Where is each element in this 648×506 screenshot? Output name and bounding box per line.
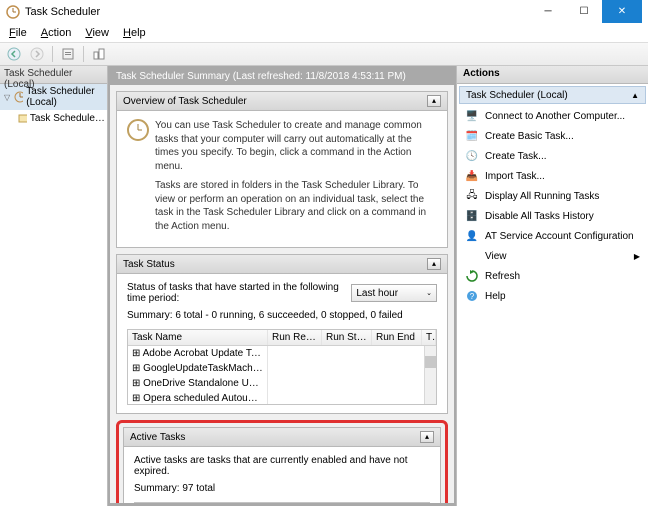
scrollbar[interactable]	[424, 346, 436, 404]
tree-twisty[interactable]: ▽	[4, 93, 11, 102]
window-title: Task Scheduler	[25, 6, 530, 18]
menu-file[interactable]: File	[2, 25, 34, 41]
col-end[interactable]: Run End	[372, 330, 422, 345]
collapse-icon[interactable]: ▴	[427, 258, 441, 270]
table-row[interactable]: ⊞ OneDrive Standalone Update Ta...	[128, 376, 436, 391]
status-title: Task Status	[123, 259, 175, 270]
titlebar: Task Scheduler ─ ☐ ✕	[0, 0, 648, 23]
app-icon	[6, 5, 20, 19]
toolbar-3[interactable]	[89, 44, 109, 64]
tree-library-label: Task Scheduler Library	[30, 113, 105, 124]
active-panel: Active Tasks ▴ Active tasks are tasks tha…	[123, 427, 441, 503]
collapse-icon[interactable]: ▴	[427, 95, 441, 107]
active-desc: Active tasks are tasks that are currentl…	[134, 455, 430, 477]
action-running[interactable]: 🖧Display All Running Tasks	[457, 186, 648, 206]
tree-header: Task Scheduler (Local)	[0, 66, 107, 84]
toolbar-2[interactable]	[58, 44, 78, 64]
highlight-box: Active Tasks ▴ Active tasks are tasks tha…	[116, 420, 448, 503]
table-row[interactable]: ⊞ GoogleUpdateTaskMachineCor...	[128, 361, 436, 376]
running-icon: 🖧	[465, 189, 479, 203]
clock-icon	[127, 119, 149, 141]
tree-library[interactable]: Task Scheduler Library	[0, 110, 107, 126]
center-pane: Task Scheduler Summary (Last refreshed: …	[108, 66, 456, 506]
overview-panel: Overview of Task Scheduler ▴ You can use …	[116, 91, 448, 248]
refresh-icon	[465, 269, 479, 283]
toolbar	[0, 42, 648, 66]
computer-icon: 🖥️	[465, 109, 479, 123]
menu-help[interactable]: Help	[116, 25, 153, 41]
col-result[interactable]: Run Result	[268, 330, 322, 345]
task-icon: 🕓	[465, 149, 479, 163]
overview-p2: Tasks are stored in folders in the Task …	[155, 179, 437, 233]
action-help[interactable]: ?Help	[457, 286, 648, 306]
action-view[interactable]: View▶	[457, 246, 648, 266]
minimize-button[interactable]: ─	[530, 0, 566, 23]
action-create-task[interactable]: 🕓Create Task...	[457, 146, 648, 166]
table-row[interactable]: ⊞ Opera scheduled Autoupdate 1...	[128, 391, 436, 404]
overview-p1: You can use Task Scheduler to create and…	[155, 119, 437, 173]
account-icon: 👤	[465, 229, 479, 243]
active-table: Task Name Next Run Time Triggers Locatio…	[134, 502, 430, 503]
active-title: Active Tasks	[130, 432, 185, 443]
action-at-service[interactable]: 👤AT Service Account Configuration	[457, 226, 648, 246]
help-icon: ?	[465, 289, 479, 303]
action-disable-history[interactable]: 🗄️Disable All Tasks History	[457, 206, 648, 226]
table-row[interactable]: ⊞ Adobe Acrobat Update Task (la...	[128, 346, 436, 361]
menubar: File Action View Help	[0, 23, 648, 42]
tree-pane: Task Scheduler (Local) ▽ Task Scheduler …	[0, 66, 108, 506]
history-icon: 🗄️	[465, 209, 479, 223]
actions-header: Actions	[457, 66, 648, 84]
action-import[interactable]: 📥Import Task...	[457, 166, 648, 186]
forward-button[interactable]	[27, 44, 47, 64]
menu-view[interactable]: View	[78, 25, 116, 41]
period-dropdown[interactable]: Last hour⌄	[351, 284, 437, 302]
maximize-button[interactable]: ☐	[566, 0, 602, 23]
collapse-icon[interactable]: ▴	[420, 431, 434, 443]
actions-pane: Actions Task Scheduler (Local)▲ 🖥️Connec…	[456, 66, 648, 506]
col-name[interactable]: Task Name	[128, 330, 268, 345]
close-button[interactable]: ✕	[602, 0, 642, 23]
active-summary: Summary: 97 total	[134, 483, 430, 494]
action-refresh[interactable]: Refresh	[457, 266, 648, 286]
status-panel: Task Status ▴ Status of tasks that have s…	[116, 254, 448, 414]
wizard-icon: 🗓️	[465, 129, 479, 143]
status-summary: Summary: 6 total - 0 running, 6 succeede…	[127, 310, 437, 321]
overview-title: Overview of Task Scheduler	[123, 96, 247, 107]
tree-root-label: Task Scheduler (Local)	[26, 86, 105, 108]
action-create-basic[interactable]: 🗓️Create Basic Task...	[457, 126, 648, 146]
menu-action[interactable]: Action	[34, 25, 79, 41]
svg-text:?: ?	[470, 292, 475, 301]
col-trig[interactable]: Triggered By	[422, 330, 436, 345]
status-line: Status of tasks that have started in the…	[127, 282, 351, 304]
import-icon: 📥	[465, 169, 479, 183]
back-button[interactable]	[4, 44, 24, 64]
status-table: Task Name Run Result Run Start Run End T…	[127, 329, 437, 405]
actions-subheader: Task Scheduler (Local)▲	[459, 86, 646, 104]
center-header: Task Scheduler Summary (Last refreshed: …	[110, 68, 454, 85]
col-start[interactable]: Run Start	[322, 330, 372, 345]
action-connect[interactable]: 🖥️Connect to Another Computer...	[457, 106, 648, 126]
